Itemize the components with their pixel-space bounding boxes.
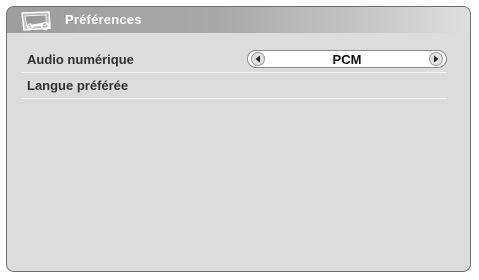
window-title: Préférences: [65, 12, 142, 27]
audio-value: PCM: [332, 52, 362, 67]
menu-item-label: Langue préférée: [27, 78, 129, 93]
menu-item-label: Audio numérique: [27, 52, 134, 67]
settings-wrench-icon: [21, 11, 51, 31]
audio-selector[interactable]: PCM: [247, 50, 447, 68]
preferences-menu: Audio numérique PCM Langue préférée: [21, 47, 447, 99]
menu-item-audio-numerique[interactable]: Audio numérique PCM: [21, 47, 447, 73]
menu-item-langue-preferee[interactable]: Langue préférée: [21, 73, 447, 99]
title-bar: Préférences: [7, 7, 470, 33]
arrow-left-icon[interactable]: [251, 52, 265, 66]
preferences-screen: Préférences Audio numérique PCM Langue p…: [6, 6, 471, 272]
arrow-right-icon[interactable]: [429, 52, 443, 66]
